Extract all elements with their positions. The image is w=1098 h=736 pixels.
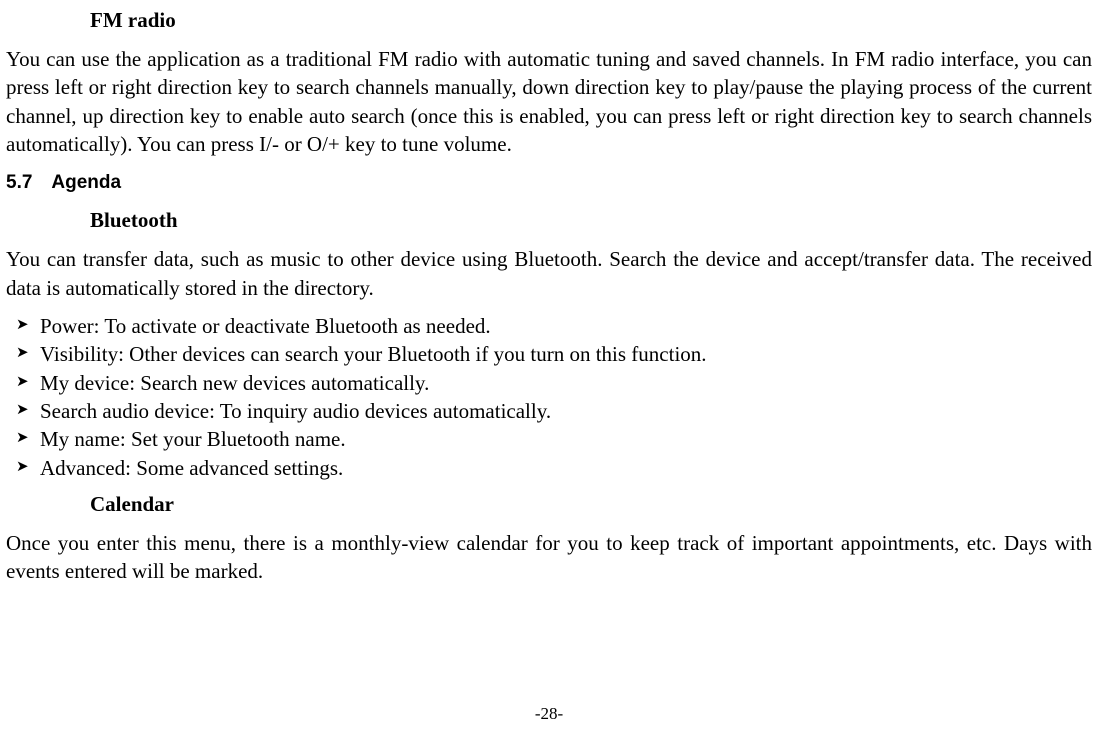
list-item: Visibility: Other devices can search you… [40,340,1092,368]
paragraph-calendar: Once you enter this menu, there is a mon… [6,529,1092,586]
heading-agenda: 5.7 Agenda [6,172,1092,194]
list-item: My name: Set your Bluetooth name. [40,425,1092,453]
heading-bluetooth: Bluetooth [90,208,1092,233]
paragraph-fm-radio: You can use the application as a traditi… [6,45,1092,158]
paragraph-bluetooth: You can transfer data, such as music to … [6,245,1092,302]
bluetooth-bullet-list: Power: To activate or deactivate Bluetoo… [40,312,1092,482]
list-item: Power: To activate or deactivate Bluetoo… [40,312,1092,340]
heading-calendar: Calendar [90,492,1092,517]
page-number: -28- [0,704,1098,724]
list-item: Search audio device: To inquiry audio de… [40,397,1092,425]
heading-fm-radio: FM radio [90,8,1092,33]
list-item: My device: Search new devices automatica… [40,369,1092,397]
list-item: Advanced: Some advanced settings. [40,454,1092,482]
